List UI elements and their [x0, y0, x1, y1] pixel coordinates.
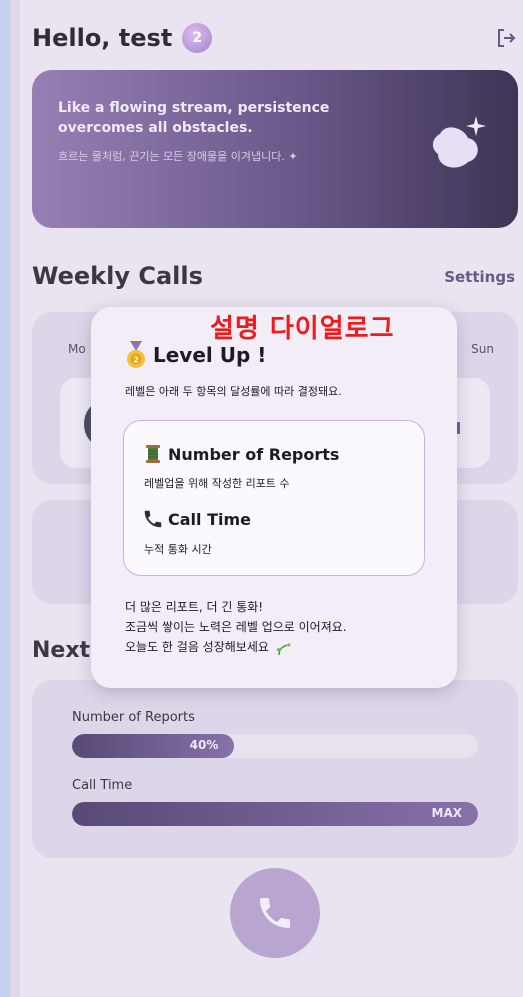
criteria-reports-title: Number of Reports	[168, 444, 340, 464]
sprout-icon	[276, 642, 291, 655]
footer-line-2: 조금씩 쌓이는 노력은 레벨 업으로 이어져요.	[125, 620, 347, 634]
criteria-reports-subtitle: 레벨업을 위해 작성한 리포트 수	[144, 477, 290, 490]
criteria-calltime-subtitle: 누적 통화 시간	[144, 543, 212, 556]
app-frame: Hello, test 2 Like a flowing stream, per…	[0, 0, 523, 997]
criteria-calltime-title: Call Time	[168, 509, 251, 529]
footer-line-3: 오늘도 한 걸음 성장해보세요	[125, 640, 269, 654]
criteria-calltime: Call Time	[142, 508, 251, 530]
dialog-title-text: Level Up !	[153, 343, 267, 367]
svg-text:2: 2	[133, 356, 139, 365]
thread-spool-icon	[146, 445, 160, 463]
dialog-description: 레벨은 아래 두 항목의 달성률에 따라 결정돼요.	[125, 385, 342, 398]
level-criteria-box: Number of Reports 레벨업을 위해 작성한 리포트 수 Call…	[123, 420, 425, 576]
medal-icon: 2	[127, 341, 145, 368]
criteria-reports: Number of Reports	[142, 443, 339, 465]
dialog-annotation: 설명 다이얼로그	[210, 314, 395, 344]
phone-icon	[144, 510, 162, 528]
footer-line-3-wrap: 오늘도 한 걸음 성장해보세요	[125, 637, 435, 657]
level-up-dialog: 2 Level Up ! 레벨은 아래 두 항목의 달성률에 따라 결정돼요. …	[91, 307, 457, 688]
dialog-footer: 더 많은 리포트, 더 긴 통화! 조금씩 쌓이는 노력은 레벨 업으로 이어져…	[125, 597, 435, 657]
footer-line-1: 더 많은 리포트, 더 긴 통화!	[125, 600, 264, 614]
dialog-title: 2 Level Up !	[125, 341, 266, 369]
